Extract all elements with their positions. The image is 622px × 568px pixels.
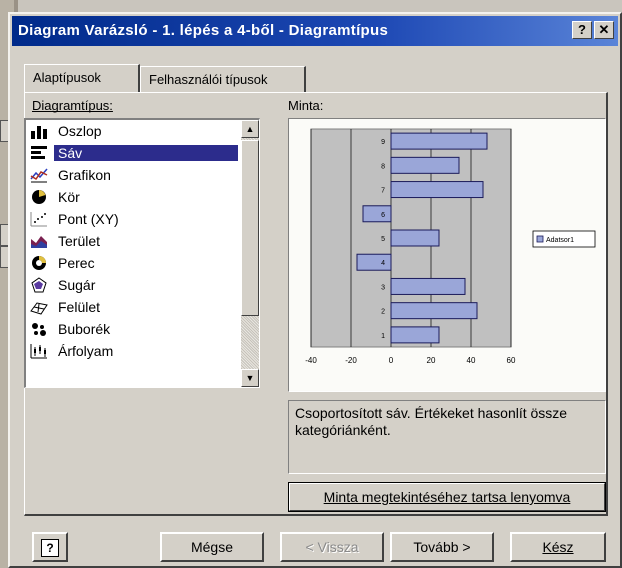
- list-item-label: Terület: [58, 233, 101, 249]
- chart-type-list[interactable]: Oszlop Sáv Grafikon Kör Pont (XY) Terüle…: [24, 118, 260, 388]
- tab-standard-types[interactable]: Alaptípusok: [24, 64, 140, 92]
- close-button[interactable]: ✕: [594, 21, 614, 39]
- doughnut-chart-icon: [32, 256, 46, 270]
- x-tick-label: 0: [389, 356, 394, 365]
- y-tick-label: 9: [381, 139, 385, 146]
- list-item[interactable]: Sáv: [28, 142, 238, 164]
- list-item[interactable]: Perec: [28, 252, 236, 274]
- y-tick-label: 2: [381, 309, 385, 316]
- legend-label: Adatsor1: [546, 237, 574, 244]
- list-item-label: Sáv: [54, 145, 238, 161]
- x-tick-label: 20: [427, 356, 436, 365]
- y-tick-label: 3: [381, 284, 385, 291]
- bar-chart-icon: [31, 146, 47, 159]
- area-chart-icon: [31, 236, 47, 248]
- bar: [390, 229, 440, 247]
- bar: [362, 205, 392, 223]
- bar: [390, 181, 484, 199]
- x-tick-label: 60: [507, 356, 516, 365]
- sample-chart: -40 -20 0 20 40 60 1 2 3 4 5 6 7 8 9 Adatsor1: [305, 128, 596, 365]
- list-item[interactable]: Árfolyam: [28, 340, 236, 362]
- y-tick-label: 8: [381, 163, 385, 170]
- pie-chart-icon: [32, 190, 46, 204]
- list-item[interactable]: Kör: [28, 186, 236, 208]
- scroll-up-button[interactable]: ▲: [241, 120, 259, 138]
- list-item[interactable]: Buborék: [28, 318, 236, 340]
- chart-description: Csoportosított sáv. Értékeket hasonlít ö…: [288, 400, 606, 474]
- sample-preview: -40 -20 0 20 40 60 1 2 3 4 5 6 7 8 9 Adatsor1: [288, 118, 606, 392]
- title-bar[interactable]: Diagram Varázsló - 1. lépés a 4-ből - Di…: [12, 16, 618, 46]
- sample-label: Minta:: [288, 98, 324, 113]
- help-title-button[interactable]: ?: [572, 21, 592, 39]
- press-and-hold-preview-button[interactable]: Minta megtekintéséhez tartsa lenyomva: [288, 482, 606, 512]
- cancel-button[interactable]: Mégse: [160, 532, 264, 562]
- radar-chart-icon: [31, 277, 47, 293]
- chart-type-label: Diagramtípus:: [32, 98, 113, 113]
- list-item-label: Kör: [58, 189, 80, 205]
- bar: [356, 253, 392, 271]
- list-item-label: Sugár: [58, 277, 96, 293]
- list-item[interactable]: Oszlop: [28, 120, 236, 142]
- legend-swatch: [536, 235, 544, 243]
- back-button[interactable]: < Vissza: [280, 532, 384, 562]
- bar: [390, 132, 488, 150]
- surface-chart-icon: [30, 302, 48, 315]
- bar: [390, 156, 460, 174]
- y-tick-label: 6: [381, 212, 385, 219]
- scatter-chart-icon: [30, 212, 47, 227]
- list-scrollbar[interactable]: ▲ ▼: [241, 120, 259, 387]
- bar: [390, 302, 478, 320]
- next-button[interactable]: Tovább >: [390, 532, 494, 562]
- finish-button[interactable]: Kész: [510, 532, 606, 562]
- y-tick-label: 7: [381, 188, 385, 195]
- scroll-down-button[interactable]: ▼: [241, 369, 259, 387]
- list-item-label: Buborék: [58, 321, 111, 337]
- help-button[interactable]: ?: [32, 532, 68, 562]
- chart-wizard-dialog: Diagram Varázsló - 1. lépés a 4-ből - Di…: [8, 12, 622, 568]
- list-item[interactable]: Grafikon: [28, 164, 236, 186]
- list-item[interactable]: Sugár: [28, 274, 236, 296]
- y-tick-label: 4: [381, 260, 385, 267]
- x-tick-label: 40: [467, 356, 476, 365]
- list-item[interactable]: Felület: [28, 296, 236, 318]
- list-item[interactable]: Terület: [28, 230, 236, 252]
- list-item-label: Perec: [58, 255, 95, 271]
- y-tick-label: 5: [381, 236, 385, 243]
- list-item-label: Grafikon: [58, 167, 111, 183]
- window-title: Diagram Varázsló - 1. lépés a 4-ből - Di…: [18, 22, 389, 39]
- list-item-label: Pont (XY): [58, 211, 119, 227]
- list-item-label: Árfolyam: [58, 343, 114, 359]
- help-icon: ?: [41, 539, 59, 557]
- line-chart-icon: [30, 168, 48, 183]
- list-item[interactable]: Pont (XY): [28, 208, 236, 230]
- scroll-thumb[interactable]: [241, 140, 259, 316]
- bar: [390, 277, 466, 295]
- y-tick-label: 1: [381, 333, 385, 340]
- stock-chart-icon: [30, 344, 47, 359]
- list-item-label: Oszlop: [58, 123, 102, 139]
- bar: [390, 326, 440, 344]
- x-tick-label: -20: [345, 356, 357, 365]
- tab-custom-types[interactable]: Felhasználói típusok: [140, 66, 306, 92]
- bubble-chart-icon: [32, 323, 46, 336]
- list-item-label: Felület: [58, 299, 101, 315]
- x-tick-label: -40: [305, 356, 317, 365]
- column-chart-icon: [31, 126, 47, 139]
